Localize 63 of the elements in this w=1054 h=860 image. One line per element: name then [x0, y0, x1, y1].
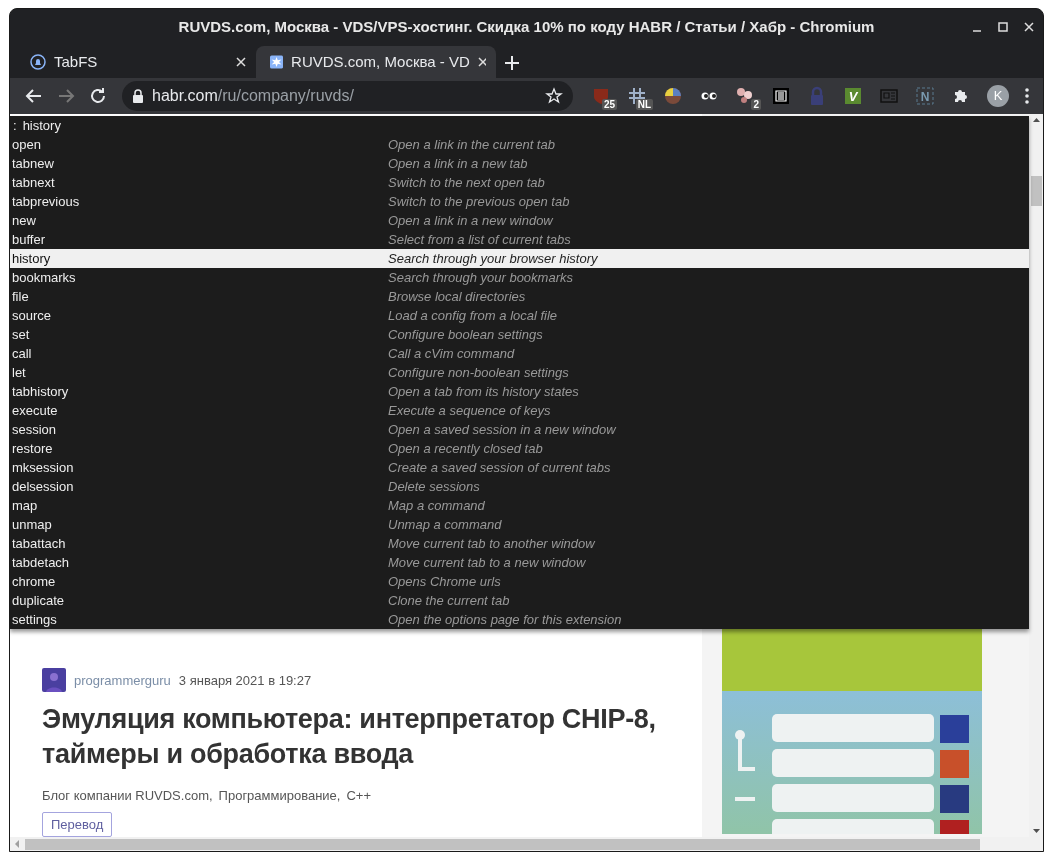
command-item[interactable]: set Configure boolean settings [10, 325, 1029, 344]
command-item[interactable]: settings Open the options page for this extension [10, 610, 1029, 629]
window-title: RUVDS.com, Москва - VDS/VPS-хостинг. Скидка 10% по коду HABR / Статьи / Хабр - Chromium [178, 18, 875, 36]
command-item[interactable]: execute Execute a sequence of keys [10, 401, 1029, 420]
article-title[interactable]: Эмуляция компьютера: интерпретатор CHIP-8, таймеры и обработка ввода [42, 702, 682, 772]
site-icon [270, 53, 284, 70]
extension-button[interactable]: 25 [585, 80, 617, 111]
hub-link[interactable]: Программирование, [218, 788, 341, 803]
post-date: 3 января 2021 в 19:27 [178, 672, 312, 688]
command-item[interactable]: bookmarks Search through your bookmarks [10, 268, 1029, 287]
command-item[interactable]: tabnew Open a link in a new tab [10, 154, 1029, 173]
command-item[interactable]: call Call a cVim command [10, 344, 1029, 363]
close-icon[interactable] [477, 56, 486, 67]
close-icon[interactable] [1023, 21, 1035, 33]
extension-button[interactable]: NL [621, 80, 653, 111]
pie-chart-icon [663, 85, 683, 106]
command-item[interactable]: tabhistory Open a tab from its history states [10, 382, 1029, 401]
author-avatar [42, 668, 66, 692]
command-item[interactable]: chrome Opens Chrome urls [10, 572, 1029, 591]
star-icon[interactable] [545, 86, 563, 105]
badge-count: 2 [751, 98, 761, 110]
extension-button[interactable]: N [909, 80, 941, 111]
vertical-scrollbar[interactable] [1029, 114, 1043, 837]
command-item[interactable]: history Search through your browser history [10, 249, 1029, 268]
command-item[interactable]: delsession Delete sessions [10, 477, 1029, 496]
letter-icon: V [843, 85, 863, 106]
browser-tab[interactable]: TabFS [16, 45, 256, 78]
command-item[interactable]: tabdetach Move current tab to a new window [10, 553, 1029, 572]
command-item[interactable]: session Open a saved session in a new window [10, 420, 1029, 439]
command-item[interactable]: unmap Unmap a command [10, 515, 1029, 534]
bell-icon [30, 53, 46, 70]
translation-tag[interactable]: Перевод [42, 812, 113, 837]
dots-icon [735, 85, 755, 106]
letter-icon: N [915, 85, 935, 106]
close-icon[interactable] [236, 56, 246, 67]
command-item[interactable]: open Open a link in the current tab [10, 135, 1029, 154]
command-item[interactable]: mksession Create a saved session of current tabs [10, 458, 1029, 477]
author-link[interactable]: programmerguru [74, 672, 171, 688]
command-input[interactable]: : history [10, 116, 1029, 135]
horizontal-scrollbar[interactable] [10, 837, 1043, 851]
extension-button[interactable]: V [837, 80, 869, 111]
command-item[interactable]: map Map a command [10, 496, 1029, 515]
command-item[interactable]: tabattach Move current tab to another window [10, 534, 1029, 553]
command-item[interactable]: tabnext Switch to the next open tab [10, 173, 1029, 192]
command-item[interactable]: restore Open a recently closed tab [10, 439, 1029, 458]
command-item[interactable]: source Load a config from a local file [10, 306, 1029, 325]
command-item[interactable]: let Configure non-boolean settings [10, 363, 1029, 382]
command-item[interactable]: new Open a link in a new window [10, 211, 1029, 230]
badge-count: NL [635, 98, 653, 110]
hub-link[interactable]: Блог компании RUVDS.com, [42, 788, 213, 803]
command-item[interactable]: duplicate Clone the current tab [10, 591, 1029, 610]
browser-tab[interactable]: RUVDS.com, Москва - VD [256, 45, 496, 78]
command-item[interactable]: tabprevious Switch to the previous open tab [10, 192, 1029, 211]
scrollbar-thumb[interactable] [1030, 176, 1042, 206]
command-item[interactable]: file Browse local directories [10, 287, 1029, 306]
lock-icon [132, 88, 144, 103]
extension-button[interactable]: 2 [729, 80, 761, 111]
maximize-icon[interactable] [997, 21, 1009, 33]
badge-count: 25 [601, 98, 617, 110]
trash-icon [771, 85, 791, 106]
address-bar[interactable]: habr.com/ru/company/ruvds/ [122, 80, 573, 111]
command-item[interactable]: buffer Select from a list of current tabs [10, 230, 1029, 249]
hub-link[interactable]: C++ [346, 788, 372, 803]
